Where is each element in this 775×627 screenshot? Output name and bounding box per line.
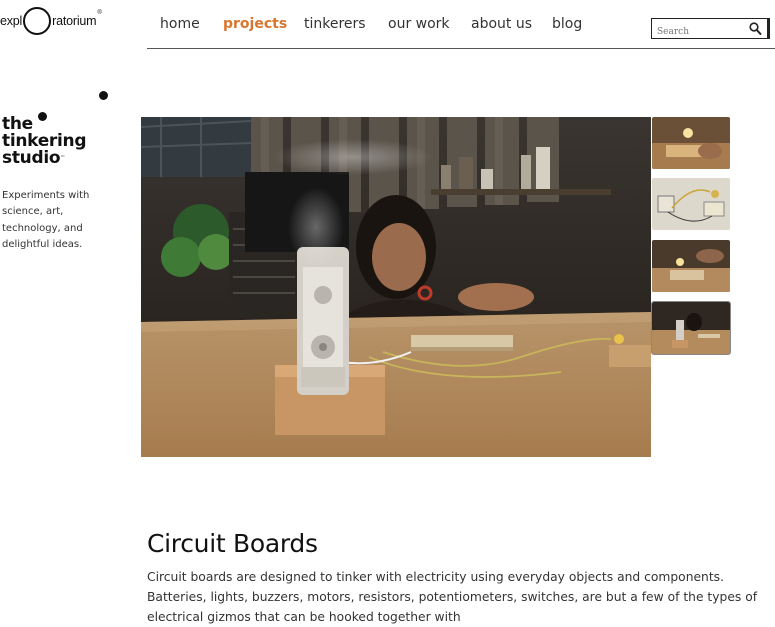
project-title: Circuit Boards: [147, 529, 318, 558]
nav-about-us[interactable]: about us: [471, 16, 532, 32]
search-input[interactable]: [657, 24, 745, 40]
header-divider: [147, 48, 775, 49]
logo-text-right: ratorium: [52, 14, 97, 28]
main-project-photo[interactable]: [141, 117, 651, 457]
nav-tinkerers[interactable]: tinkerers: [304, 16, 366, 32]
thumbnail-wire-circuit[interactable]: [652, 178, 730, 230]
logo-circle-icon: [23, 7, 52, 35]
exploratorium-logo[interactable]: expl ratorium ®: [0, 4, 102, 38]
thumbnail-lamp-circuit[interactable]: [652, 117, 730, 169]
nav-projects[interactable]: projects: [223, 16, 287, 32]
nav-our-work[interactable]: our work: [388, 16, 450, 32]
magnifier-icon[interactable]: [749, 21, 762, 40]
decorative-dot-icon: [99, 91, 108, 100]
search-box: [651, 18, 770, 40]
tinkering-studio-logo[interactable]: the tinkering studio™: [2, 116, 87, 168]
nav-blog[interactable]: blog: [552, 16, 582, 32]
logo-text-left: expl: [0, 14, 23, 28]
studio-tagline: Experiments with science, art, technolog…: [2, 190, 90, 250]
brand-trademark: ™: [60, 155, 65, 161]
logo-registered-mark: ®: [97, 10, 102, 16]
thumbnail-workbench[interactable]: [651, 301, 731, 355]
project-description: Circuit boards are designed to tinker wi…: [147, 570, 758, 624]
brand-line: studio: [2, 148, 61, 168]
thumbnail-bulb-board[interactable]: [652, 240, 730, 292]
nav-home[interactable]: home: [160, 16, 200, 32]
